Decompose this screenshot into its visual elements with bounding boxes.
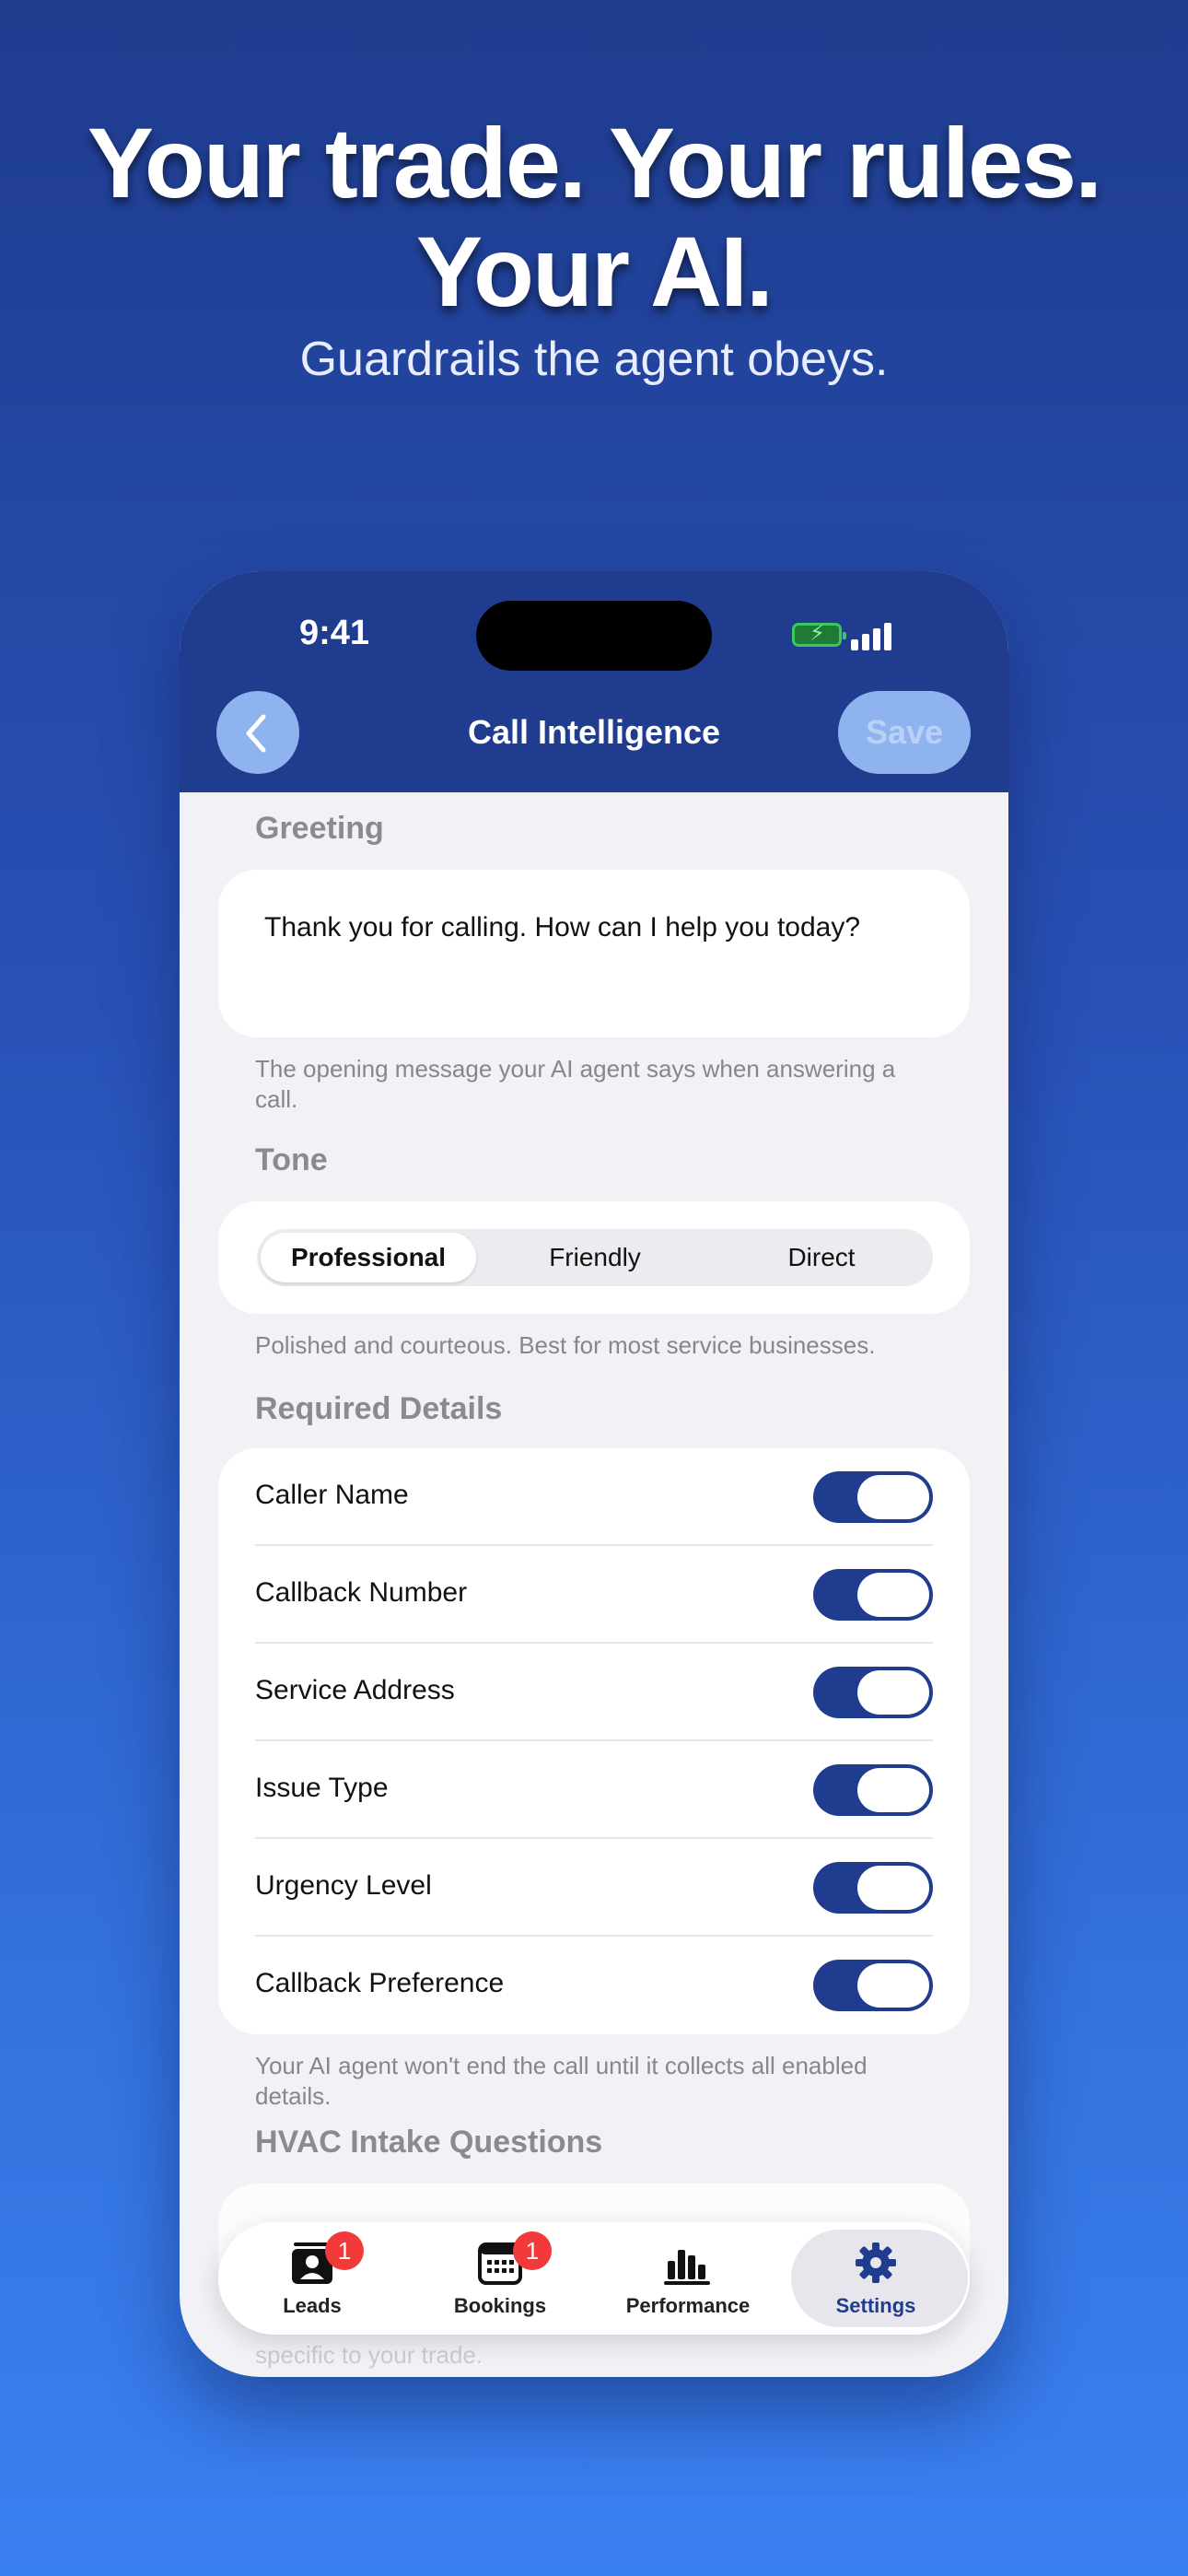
hero-title: Your trade. Your rules. Your AI. xyxy=(0,109,1188,326)
bar-chart-icon xyxy=(664,2250,710,2285)
hvac-header: HVAC Intake Questions xyxy=(255,2125,603,2160)
hvac-footnote: specific to your trade. xyxy=(255,2341,483,2369)
detail-row-service-address: Service Address xyxy=(218,1644,970,1741)
callback-number-toggle[interactable] xyxy=(813,1569,933,1621)
detail-label: Callback Preference xyxy=(255,1968,505,1998)
tab-label: Settings xyxy=(835,2294,916,2317)
dynamic-island xyxy=(476,601,712,671)
signal-icon xyxy=(851,621,891,650)
tone-header: Tone xyxy=(255,1142,328,1177)
detail-label: Urgency Level xyxy=(255,1870,432,1901)
greeting-textarea[interactable]: Thank you for calling. How can I help yo… xyxy=(264,912,860,943)
detail-row-issue-type: Issue Type xyxy=(218,1741,970,1839)
phone-mockup: 9:41 ⚡ Call Intelligence Save Greeting T… xyxy=(180,571,1008,2377)
tone-option-professional[interactable]: Professional xyxy=(261,1233,476,1282)
caller-name-toggle[interactable] xyxy=(813,1471,933,1523)
detail-row-callback-preference: Callback Preference xyxy=(218,1937,970,2034)
detail-row-callback-number: Callback Number xyxy=(218,1546,970,1644)
tone-footnote: Polished and courteous. Best for most se… xyxy=(255,1331,876,1359)
tab-label: Performance xyxy=(625,2294,751,2317)
required-details-card: Caller Name Callback Number Service Addr… xyxy=(218,1448,970,2034)
settings-content: Greeting Thank you for calling. How can … xyxy=(180,792,1008,2377)
tab-bar: 1 Leads 1 Bookings Performance Settings xyxy=(218,2222,970,2335)
detail-label: Caller Name xyxy=(255,1480,409,1510)
issue-type-toggle[interactable] xyxy=(813,1764,933,1816)
required-details-header: Required Details xyxy=(255,1391,503,1426)
detail-label: Service Address xyxy=(255,1675,455,1705)
tone-segmented-control[interactable]: Professional Friendly Direct xyxy=(257,1229,933,1286)
service-address-toggle[interactable] xyxy=(813,1667,933,1718)
tab-leads[interactable]: 1 Leads xyxy=(218,2222,406,2335)
status-time: 9:41 xyxy=(299,614,370,652)
detail-row-caller-name: Caller Name xyxy=(218,1448,970,1546)
greeting-card[interactable]: Thank you for calling. How can I help yo… xyxy=(218,870,970,1037)
navigation-bar: 9:41 ⚡ Call Intelligence Save xyxy=(180,571,1008,792)
callback-preference-toggle[interactable] xyxy=(813,1960,933,2011)
detail-label: Issue Type xyxy=(255,1773,389,1803)
greeting-footnote: The opening message your AI agent says w… xyxy=(255,1055,896,1113)
tab-performance[interactable]: Performance xyxy=(594,2222,782,2335)
tab-bookings[interactable]: 1 Bookings xyxy=(406,2222,594,2335)
battery-icon: ⚡ xyxy=(792,622,846,647)
detail-label: Callback Number xyxy=(255,1577,468,1608)
hero-title-line1: Your trade. Your rules. xyxy=(87,107,1102,218)
tab-settings[interactable]: Settings xyxy=(782,2222,970,2335)
hero-title-line2: Your AI. xyxy=(416,216,774,327)
tone-option-direct[interactable]: Direct xyxy=(714,1233,929,1282)
hero-subtitle: Guardrails the agent obeys. xyxy=(299,333,889,386)
tab-label: Bookings xyxy=(453,2294,547,2317)
bookings-badge: 1 xyxy=(513,2231,552,2270)
detail-row-urgency-level: Urgency Level xyxy=(218,1839,970,1937)
tone-option-friendly[interactable]: Friendly xyxy=(487,1233,703,1282)
leads-badge: 1 xyxy=(325,2231,364,2270)
greeting-header: Greeting xyxy=(255,811,384,846)
urgency-level-toggle[interactable] xyxy=(813,1862,933,1914)
tone-card: Professional Friendly Direct xyxy=(218,1201,970,1314)
tab-label: Leads xyxy=(283,2294,342,2317)
save-button[interactable]: Save xyxy=(838,691,971,774)
required-details-footnote: Your AI agent won't end the call until i… xyxy=(255,2052,868,2110)
gear-icon xyxy=(856,2242,896,2283)
